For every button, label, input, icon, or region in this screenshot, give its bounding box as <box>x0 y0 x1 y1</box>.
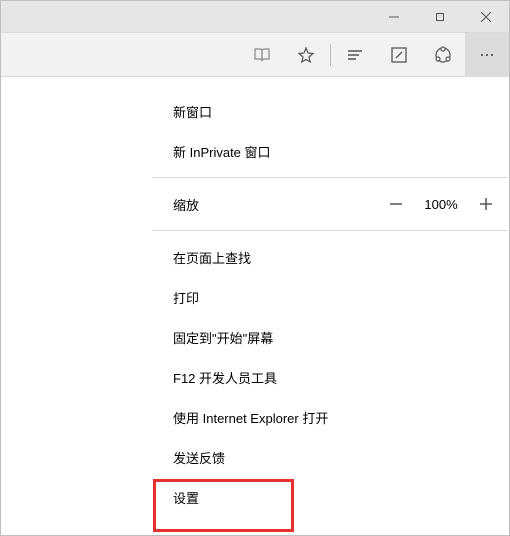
zoom-label: 缩放 <box>173 195 386 214</box>
menu-label: 打印 <box>173 288 199 307</box>
reading-list-icon[interactable] <box>240 33 284 77</box>
menu-pin-start[interactable]: 固定到"开始"屏幕 <box>153 317 508 357</box>
menu-zoom: 缩放 100% <box>153 184 508 224</box>
menu-print[interactable]: 打印 <box>153 277 508 317</box>
minimize-button[interactable] <box>371 1 417 33</box>
close-button[interactable] <box>463 1 509 33</box>
menu-label: 新窗口 <box>173 102 212 121</box>
hub-icon[interactable] <box>333 33 377 77</box>
toolbar-divider <box>330 44 331 66</box>
menu-label: 设置 <box>173 488 199 507</box>
menu-feedback[interactable]: 发送反馈 <box>153 437 508 477</box>
toolbar <box>1 33 509 77</box>
menu-label: 在页面上查找 <box>173 248 251 267</box>
menu-open-ie[interactable]: 使用 Internet Explorer 打开 <box>153 397 508 437</box>
menu-new-window[interactable]: 新窗口 <box>153 91 508 131</box>
maximize-button[interactable] <box>417 1 463 33</box>
browser-window: 新窗口 新 InPrivate 窗口 缩放 100% 在页面上查找 打印 <box>0 0 510 536</box>
title-bar <box>1 1 509 33</box>
menu-label: 新 InPrivate 窗口 <box>173 142 271 161</box>
zoom-controls: 100% <box>386 194 496 214</box>
zoom-out-button[interactable] <box>386 194 406 214</box>
zoom-value: 100% <box>422 197 460 212</box>
menu-label: 固定到"开始"屏幕 <box>173 328 273 347</box>
menu-label: 发送反馈 <box>173 448 225 467</box>
zoom-in-button[interactable] <box>476 194 496 214</box>
menu-find[interactable]: 在页面上查找 <box>153 237 508 277</box>
menu-dev-tools[interactable]: F12 开发人员工具 <box>153 357 508 397</box>
menu-label: 使用 Internet Explorer 打开 <box>173 408 328 427</box>
share-icon[interactable] <box>421 33 465 77</box>
favorite-icon[interactable] <box>284 33 328 77</box>
more-button[interactable] <box>465 33 509 77</box>
menu-new-inprivate[interactable]: 新 InPrivate 窗口 <box>153 131 508 171</box>
menu-divider <box>153 230 508 231</box>
more-menu: 新窗口 新 InPrivate 窗口 缩放 100% 在页面上查找 打印 <box>153 77 508 534</box>
menu-divider <box>153 177 508 178</box>
menu-settings[interactable]: 设置 <box>153 477 508 517</box>
menu-label: F12 开发人员工具 <box>173 368 277 387</box>
web-note-icon[interactable] <box>377 33 421 77</box>
